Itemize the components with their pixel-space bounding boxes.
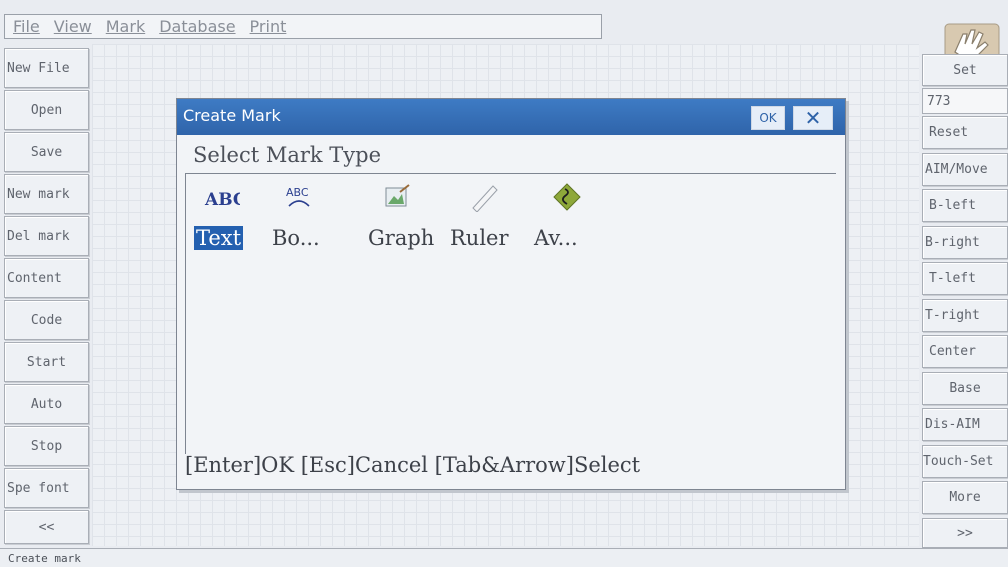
new-mark-button[interactable]: New mark bbox=[4, 174, 89, 214]
stop-button[interactable]: Stop bbox=[4, 426, 89, 466]
mark-type-label: Graph bbox=[368, 226, 435, 250]
new-file-button[interactable]: New File bbox=[4, 48, 89, 88]
set-button[interactable]: Set bbox=[922, 54, 1008, 86]
mark-type-label: Bo... bbox=[272, 226, 320, 250]
mark-type-text[interactable]: ABC Text bbox=[194, 178, 264, 250]
ruler-icon bbox=[472, 185, 498, 212]
code-button[interactable]: Code bbox=[4, 300, 89, 340]
dialog-title-bar: Create Mark OK ✕ bbox=[177, 99, 845, 135]
value-field[interactable]: 773 bbox=[922, 88, 1008, 114]
aim-move-button[interactable]: AIM/Move bbox=[922, 153, 1008, 186]
dialog-heading: Select Mark Type bbox=[193, 143, 382, 167]
mark-type-graph[interactable]: Graph bbox=[368, 178, 444, 250]
image-icon bbox=[385, 184, 410, 207]
expand-right-button[interactable]: >> bbox=[922, 518, 1008, 548]
menu-file[interactable]: File bbox=[13, 17, 40, 36]
create-mark-dialog: Create Mark OK ✕ Select Mark Type ABC Te… bbox=[176, 98, 846, 490]
mark-type-ruler[interactable]: Ruler bbox=[446, 178, 522, 250]
abc-text-icon: ABC bbox=[204, 190, 240, 210]
status-text: Create mark bbox=[8, 551, 81, 565]
menu-view[interactable]: View bbox=[54, 17, 92, 36]
center-button[interactable]: Center bbox=[922, 335, 1008, 368]
open-button[interactable]: Open bbox=[4, 90, 89, 130]
more-button[interactable]: More bbox=[922, 481, 1008, 514]
auto-button[interactable]: Auto bbox=[4, 384, 89, 424]
t-right-button[interactable]: T-right bbox=[922, 299, 1008, 332]
menu-mark[interactable]: Mark bbox=[106, 17, 145, 36]
mark-type-list: ABC Text ABC Bo... Graph Ruler Av... bbox=[185, 173, 836, 454]
collapse-left-button[interactable]: << bbox=[4, 510, 89, 544]
dialog-hint: [Enter]OK [Esc]Cancel [Tab&Arrow]Select bbox=[185, 453, 641, 477]
svg-text:ABC: ABC bbox=[286, 186, 309, 199]
reset-button[interactable]: Reset bbox=[922, 116, 1008, 149]
mark-type-label: Ruler bbox=[450, 226, 509, 250]
del-mark-button[interactable]: Del mark bbox=[4, 216, 89, 256]
menu-bar: File View Mark Database Print bbox=[4, 14, 602, 39]
spe-font-button[interactable]: Spe font bbox=[4, 468, 89, 508]
status-bar: Create mark bbox=[0, 548, 1008, 567]
save-button[interactable]: Save bbox=[4, 132, 89, 172]
arc-text-icon: ABC bbox=[286, 186, 310, 207]
touch-set-button[interactable]: Touch-Set bbox=[922, 445, 1008, 478]
base-button[interactable]: Base bbox=[922, 372, 1008, 405]
mark-type-label: Text bbox=[194, 226, 244, 250]
dialog-ok-button[interactable]: OK bbox=[751, 106, 785, 130]
menu-print[interactable]: Print bbox=[250, 17, 287, 36]
content-button[interactable]: Content bbox=[4, 258, 89, 298]
mark-type-label: Av... bbox=[534, 226, 578, 250]
diamond-curve-icon bbox=[553, 183, 581, 211]
b-right-button[interactable]: B-right bbox=[922, 226, 1008, 259]
dialog-close-button[interactable]: ✕ bbox=[793, 106, 833, 130]
t-left-button[interactable]: T-left bbox=[922, 262, 1008, 295]
svg-text:ABC: ABC bbox=[204, 190, 240, 210]
mark-type-curve[interactable]: Av... bbox=[534, 178, 610, 250]
menu-database[interactable]: Database bbox=[159, 17, 235, 36]
b-left-button[interactable]: B-left bbox=[922, 189, 1008, 222]
dialog-title: Create Mark bbox=[183, 106, 281, 125]
start-button[interactable]: Start bbox=[4, 342, 89, 382]
mark-type-arc-text[interactable]: ABC Bo... bbox=[270, 178, 346, 250]
dis-aim-button[interactable]: Dis-AIM bbox=[922, 408, 1008, 441]
